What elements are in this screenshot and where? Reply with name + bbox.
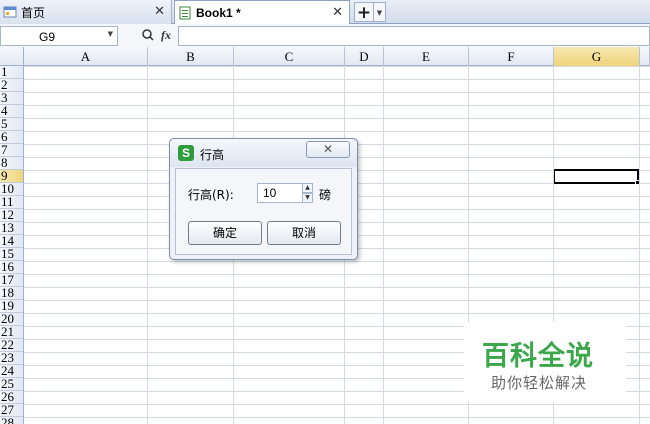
new-tab-button[interactable]: + [354, 2, 374, 23]
dialog-body: 行高(R): 10 ▲ ▼ 磅 确定 取消 [175, 168, 352, 255]
spin-down-icon[interactable]: ▼ [302, 193, 313, 203]
cancel-button[interactable]: 取消 [267, 221, 341, 245]
formula-input[interactable] [178, 26, 650, 46]
new-tab-dropdown-icon[interactable]: ▼ [374, 2, 386, 22]
name-box-value: G9 [39, 30, 56, 44]
column-header-a[interactable]: A [24, 47, 148, 66]
fx-icon[interactable]: fx [161, 28, 171, 43]
close-icon[interactable]: ✕ [332, 5, 343, 20]
zoom-icon[interactable] [141, 28, 155, 42]
active-cell[interactable] [553, 169, 639, 184]
watermark-title: 百科全说 [482, 341, 594, 372]
row-header-28[interactable]: 28 [0, 416, 23, 424]
unit-label: 磅 [319, 188, 332, 202]
watermark-logo: 百科全说 助你轻松解决 [464, 322, 626, 402]
dialog-titlebar[interactable]: S 行高 ✕ [170, 139, 357, 167]
tab-book1-label: Book1 * [196, 6, 241, 20]
grid-column-line [383, 66, 384, 424]
ok-button[interactable]: 确定 [188, 221, 262, 245]
name-box[interactable]: G9 ▼ [0, 26, 118, 46]
column-header-extra[interactable] [640, 47, 650, 66]
app-icon: S [178, 145, 194, 161]
close-button[interactable]: ✕ [306, 141, 350, 158]
formula-bar: G9 ▼ fx [0, 24, 650, 48]
column-header-g[interactable]: G [554, 47, 640, 66]
tab-book1[interactable]: Book1 * ✕ [174, 0, 350, 25]
column-header-d[interactable]: D [345, 47, 384, 66]
row-height-label: 行高(R): [188, 188, 234, 202]
tab-home[interactable]: 首页 ✕ [0, 0, 172, 24]
spin-up-icon[interactable]: ▲ [302, 183, 313, 193]
column-header: ABCDEFG [0, 47, 650, 66]
spreadsheet-icon [178, 6, 192, 20]
dialog-title: 行高 [200, 148, 225, 162]
watermark-subtitle: 助你轻松解决 [491, 374, 588, 392]
row-height-dialog: S 行高 ✕ 行高(R): 10 ▲ ▼ 磅 确定 取消 [169, 138, 358, 260]
close-icon[interactable]: ✕ [154, 4, 165, 19]
column-header-c[interactable]: C [234, 47, 345, 66]
home-icon [3, 5, 17, 19]
column-header-b[interactable]: B [148, 47, 234, 66]
select-all-corner[interactable] [0, 47, 24, 66]
row-header: 1 2 3 4 5 6 7 8 9 10 11 12 13 14 15 16 17 18 19 20 21 22 23 24 2… [0, 66, 24, 424]
tab-home-label: 首页 [21, 5, 46, 20]
grid-column-line [639, 66, 640, 424]
column-header-e[interactable]: E [384, 47, 469, 66]
chevron-down-icon[interactable]: ▼ [108, 30, 113, 38]
row-height-input[interactable]: 10 [257, 183, 304, 203]
tab-bar: 首页 ✕ Book1 * ✕ + ▼ [0, 0, 650, 25]
row-height-value: 10 [263, 186, 277, 200]
column-header-f[interactable]: F [469, 47, 554, 66]
grid-column-line [147, 66, 148, 424]
